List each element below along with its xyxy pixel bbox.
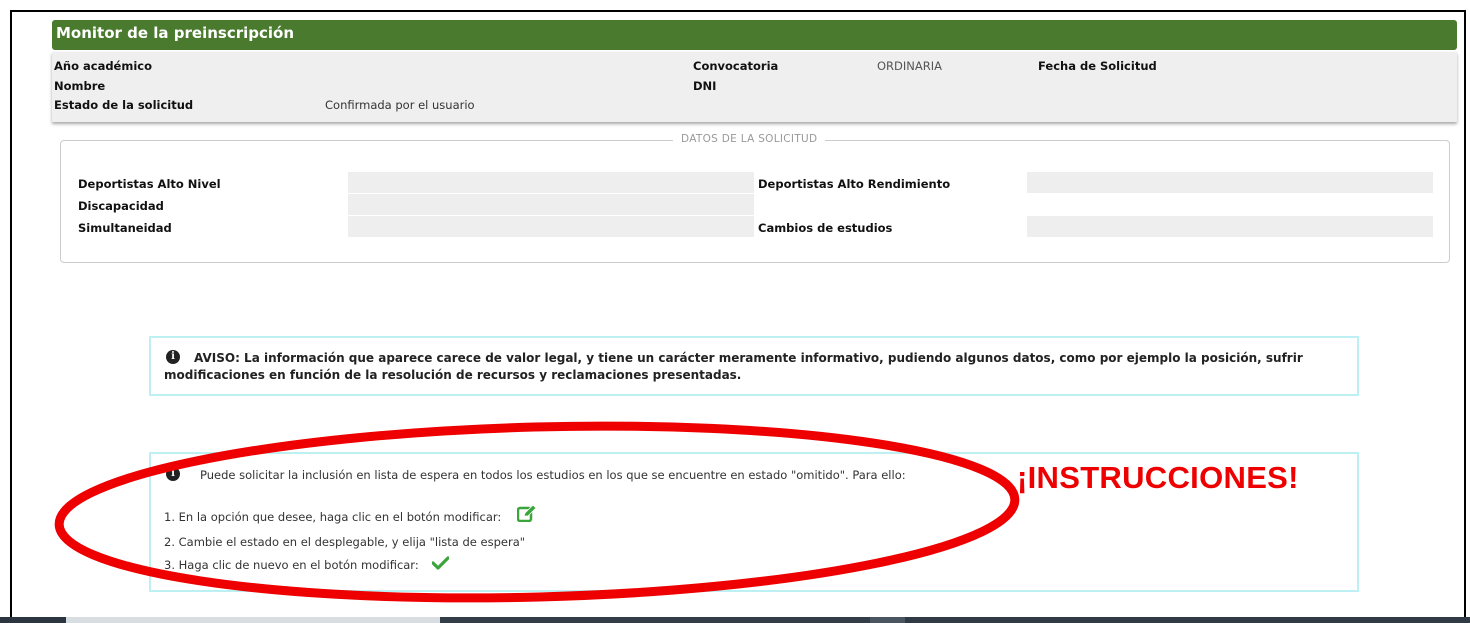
instruction-step-2: 2. Cambie el estado en el desplegable, y… (164, 535, 526, 549)
alto-rendimiento-value (1027, 172, 1433, 193)
instruction-step-1: 1. En la opción que desee, haga clic en … (164, 510, 502, 524)
cambios-estudios-value (1027, 216, 1433, 237)
discapacidad-label: Discapacidad (78, 199, 164, 213)
status-value: Confirmada por el usuario (325, 98, 475, 112)
aviso-text: AVISO: La información que aparece carece… (164, 351, 1303, 382)
name-label: Nombre (54, 79, 106, 93)
alto-nivel-label: Deportistas Alto Nivel (78, 177, 221, 191)
instructions-annotation: ¡INSTRUCCIONES! (1017, 460, 1299, 495)
aviso-alert: i AVISO: La información que aparece care… (149, 336, 1359, 396)
cambios-estudios-label: Cambios de estudios (758, 221, 893, 235)
fecha-solicitud-label: Fecha de Solicitud (1038, 59, 1157, 73)
academic-year-label: Año académico (54, 59, 153, 73)
alto-nivel-value (348, 172, 754, 193)
convocatoria-label: Convocatoria (693, 59, 779, 73)
discapacidad-value (348, 194, 754, 215)
convocatoria-value: ORDINARIA (877, 59, 943, 73)
page-header: Monitor de la preinscripción (52, 20, 1457, 50)
dni-label: DNI (693, 79, 717, 93)
alto-rendimiento-label: Deportistas Alto Rendimiento (758, 177, 951, 191)
datos-solicitud-legend: DATOS DE LA SOLICITUD (673, 133, 826, 145)
datos-solicitud-section (60, 140, 1450, 263)
instructions-intro: Puede solicitar la inclusión en lista de… (200, 468, 906, 482)
request-info-panel: Año académico Nombre Estado de la solici… (52, 52, 1457, 122)
edit-icon[interactable] (516, 504, 537, 526)
check-icon[interactable] (431, 555, 450, 574)
simultaneidad-value (348, 216, 754, 237)
instruction-step-3: 3. Haga clic de nuevo en el botón modifi… (164, 558, 419, 572)
taskbar-strip (0, 617, 1470, 623)
info-icon: i (166, 467, 180, 481)
simultaneidad-label: Simultaneidad (78, 221, 172, 235)
status-label: Estado de la solicitud (54, 98, 194, 112)
page-title: Monitor de la preinscripción (56, 24, 295, 42)
